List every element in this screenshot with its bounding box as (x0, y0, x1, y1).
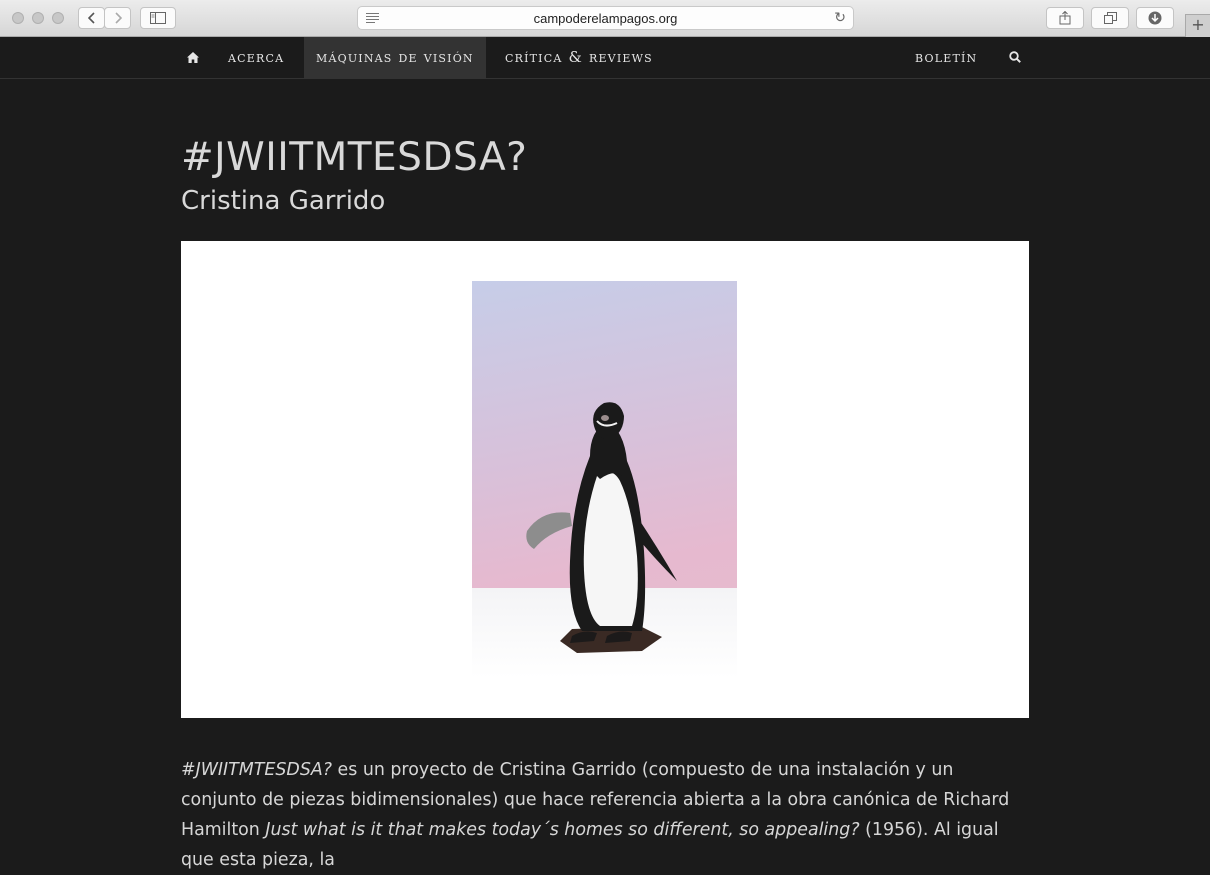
forward-icon (114, 12, 122, 24)
site-navbar: Acerca Máquinas de Visión Crítica & Revi… (0, 37, 1210, 79)
back-button[interactable] (78, 7, 105, 29)
nav-boletin-label: Boletín (915, 48, 978, 66)
browser-toolbar: campoderelampagos.org ↻ + (0, 0, 1210, 37)
download-icon (1148, 11, 1162, 25)
paragraph-italic-title: #JWIITMTESDSA? (181, 760, 332, 780)
home-icon[interactable] (187, 52, 199, 63)
sidebar-icon (150, 12, 166, 24)
article-figure (181, 241, 1029, 718)
nav-acerca[interactable]: Acerca (228, 37, 284, 78)
paragraph-italic-work: Just what is it that makes today´s homes… (265, 820, 860, 840)
search-icon[interactable] (1009, 51, 1021, 63)
close-window-button[interactable] (12, 12, 24, 24)
sidebar-button[interactable] (140, 7, 176, 29)
minimize-window-button[interactable] (32, 12, 44, 24)
address-bar[interactable]: campoderelampagos.org ↻ (357, 6, 854, 30)
url-text: campoderelampagos.org (533, 11, 678, 26)
article-paragraph: #JWIITMTESDSA? es un proyecto de Cristin… (181, 755, 1031, 875)
share-icon (1059, 11, 1071, 25)
tabs-button[interactable] (1091, 7, 1129, 29)
nav-maquinas-de-vision[interactable]: Máquinas de Visión (304, 37, 486, 78)
reload-icon[interactable]: ↻ (834, 10, 846, 26)
back-icon (87, 12, 95, 24)
new-tab-button[interactable]: + (1185, 14, 1210, 37)
penguin-illustration (526, 402, 677, 653)
penguin-photo (472, 281, 737, 678)
share-button[interactable] (1046, 7, 1084, 29)
nav-acerca-label: Acerca (228, 48, 285, 66)
nav-critica-reviews[interactable]: Crítica & Reviews (505, 37, 653, 78)
nav-boletin[interactable]: Boletín (915, 37, 977, 78)
article-title: #JWIITMTESDSA? (181, 135, 528, 180)
downloads-button[interactable] (1136, 7, 1174, 29)
article-author: Cristina Garrido (181, 186, 386, 216)
nav-maquinas-label: Máquinas de Visión (316, 48, 474, 66)
zoom-window-button[interactable] (52, 12, 64, 24)
tabs-icon (1103, 12, 1117, 24)
forward-button[interactable] (104, 7, 131, 29)
nav-critica-label: Crítica & Reviews (505, 48, 653, 66)
